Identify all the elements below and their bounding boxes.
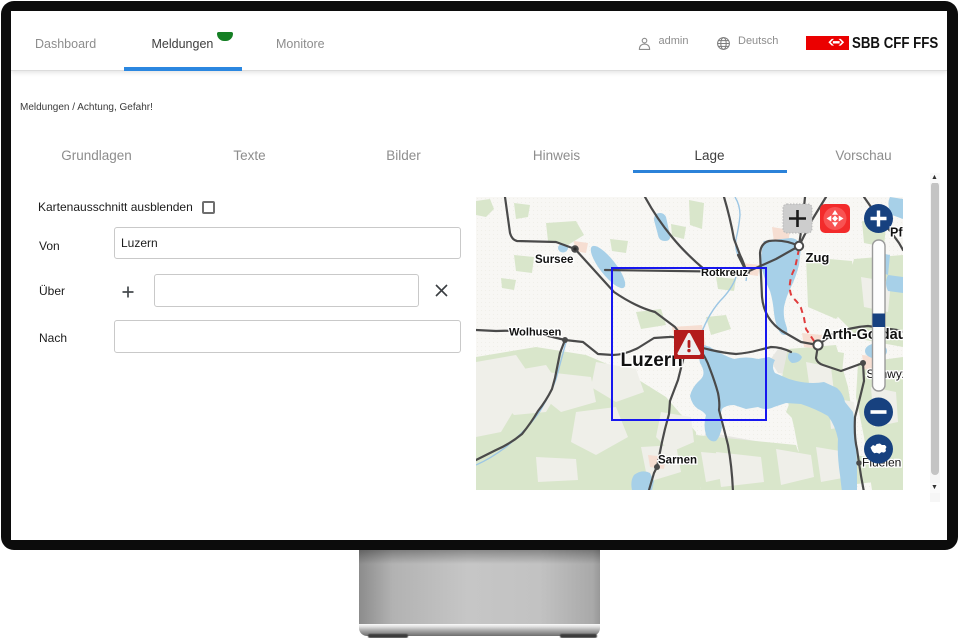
svg-text:Luzern: Luzern xyxy=(621,350,683,371)
svg-text:Pf: Pf xyxy=(890,226,903,240)
svg-text:Wolhusen: Wolhusen xyxy=(509,327,562,339)
svg-text:Arth-Goldau: Arth-Goldau xyxy=(822,327,903,343)
svg-text:Zug: Zug xyxy=(806,250,830,265)
svg-text:Sarnen: Sarnen xyxy=(658,455,697,467)
svg-text:Sursee: Sursee xyxy=(535,254,573,266)
